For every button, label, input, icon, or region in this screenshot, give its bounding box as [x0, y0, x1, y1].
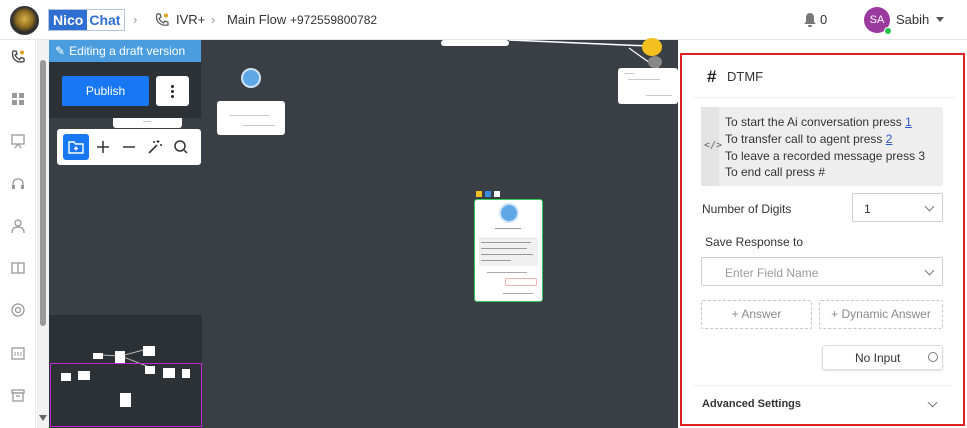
message-variable-link[interactable]: 1	[905, 115, 912, 129]
add-answer-button[interactable]: + Answer	[701, 300, 812, 329]
scroll-down-arrow-icon[interactable]	[39, 415, 47, 421]
magic-wand-icon	[148, 140, 162, 154]
panel-title: DTMF	[727, 69, 764, 84]
message-line-3: To leave a recorded message press 3	[725, 149, 926, 163]
dot	[171, 90, 174, 93]
caret-down-icon[interactable]	[936, 17, 944, 22]
code-icon[interactable]: </>	[704, 140, 722, 151]
brand-part2: Chat	[87, 10, 125, 30]
online-status-dot	[884, 27, 892, 35]
minus-icon	[123, 146, 135, 148]
add-folder-tool[interactable]	[63, 134, 89, 160]
search-tool[interactable]	[168, 134, 194, 160]
number-of-digits-value: 1	[864, 202, 871, 216]
question-node[interactable]	[217, 101, 285, 135]
dot	[171, 95, 174, 98]
folder-plus-icon	[68, 141, 84, 154]
left-nav-rail	[0, 40, 36, 428]
publish-button[interactable]: Publish	[62, 76, 149, 106]
minimap-node	[115, 351, 125, 363]
user-name[interactable]: Sabih	[896, 12, 929, 27]
lightning-node-icon[interactable]	[642, 38, 662, 56]
divider	[694, 385, 952, 386]
message-variable-link[interactable]: 2	[886, 132, 893, 146]
no-input-label: No Input	[855, 351, 901, 365]
message-line-text: To start the Ai conversation press	[725, 115, 906, 129]
brand-part1: Nico	[49, 10, 88, 30]
call-node[interactable]	[618, 68, 678, 104]
chevron-right-icon: ›	[211, 12, 216, 27]
headset-icon[interactable]	[10, 176, 26, 192]
search-icon	[174, 140, 188, 154]
message-line-4: To end call press #	[725, 165, 826, 179]
presentation-icon[interactable]	[10, 133, 26, 149]
zoom-out-tool[interactable]	[116, 134, 142, 160]
message-line-text: To transfer call to agent press	[725, 132, 886, 146]
rail-scrollbar-thumb[interactable]	[40, 60, 46, 326]
book-icon[interactable]	[10, 260, 26, 276]
bell-icon[interactable]	[803, 12, 817, 28]
phone-flow-icon	[155, 13, 169, 26]
more-options-button[interactable]	[156, 76, 189, 106]
ivr-flow-icon[interactable]	[10, 49, 26, 65]
archive-icon[interactable]	[10, 387, 26, 403]
breadcrumb-phone-number: +972559800782	[290, 13, 378, 27]
canvas-toolbox	[57, 129, 201, 165]
node-tool-icon[interactable]	[485, 191, 491, 197]
number-of-digits-label: Number of Digits	[702, 202, 792, 216]
add-dynamic-answer-button[interactable]: + Dynamic Answer	[819, 300, 943, 329]
dot	[171, 85, 174, 88]
user-icon[interactable]	[10, 218, 26, 234]
zoom-in-tool[interactable]	[90, 134, 116, 160]
auto-layout-tool[interactable]	[142, 134, 168, 160]
minimap-viewport[interactable]	[50, 363, 202, 427]
divider	[694, 97, 956, 98]
field-name-placeholder: Enter Field Name	[725, 266, 819, 280]
breadcrumb-ivr[interactable]: IVR+	[176, 12, 205, 27]
app-logo[interactable]	[10, 6, 39, 35]
flow-node[interactable]	[441, 40, 509, 46]
question-node-icon[interactable]	[241, 68, 261, 88]
chevron-right-icon: ›	[133, 12, 138, 27]
minimap-node	[143, 346, 155, 356]
message-line-2: To transfer call to agent press 2	[725, 132, 892, 146]
minimap-node	[93, 353, 103, 359]
dtmf-node-selected[interactable]	[474, 199, 543, 302]
connector-handle[interactable]	[648, 56, 662, 68]
plus-icon	[97, 141, 109, 153]
calendar-icon[interactable]	[10, 345, 26, 361]
draft-banner-text: Editing a draft version	[69, 44, 186, 58]
save-response-label: Save Response to	[705, 235, 804, 249]
draft-version-banner: ✎ Editing a draft version	[49, 40, 201, 62]
message-line-1: To start the Ai conversation press 1	[725, 115, 912, 129]
edit-icon: ✎	[55, 44, 66, 58]
hash-icon: #	[707, 67, 717, 86]
support-icon[interactable]	[10, 302, 26, 318]
no-input-radio[interactable]	[928, 352, 938, 362]
brand-logo[interactable]: Nico Chat	[48, 9, 126, 31]
dashboard-icon[interactable]	[10, 91, 26, 107]
advanced-settings-toggle[interactable]: Advanced Settings	[702, 398, 801, 410]
breadcrumb-main-flow[interactable]: Main Flow	[227, 12, 286, 27]
node-tool-icon[interactable]	[494, 191, 500, 197]
node-tool-icon[interactable]	[476, 191, 482, 197]
notification-count: 0	[820, 12, 828, 27]
